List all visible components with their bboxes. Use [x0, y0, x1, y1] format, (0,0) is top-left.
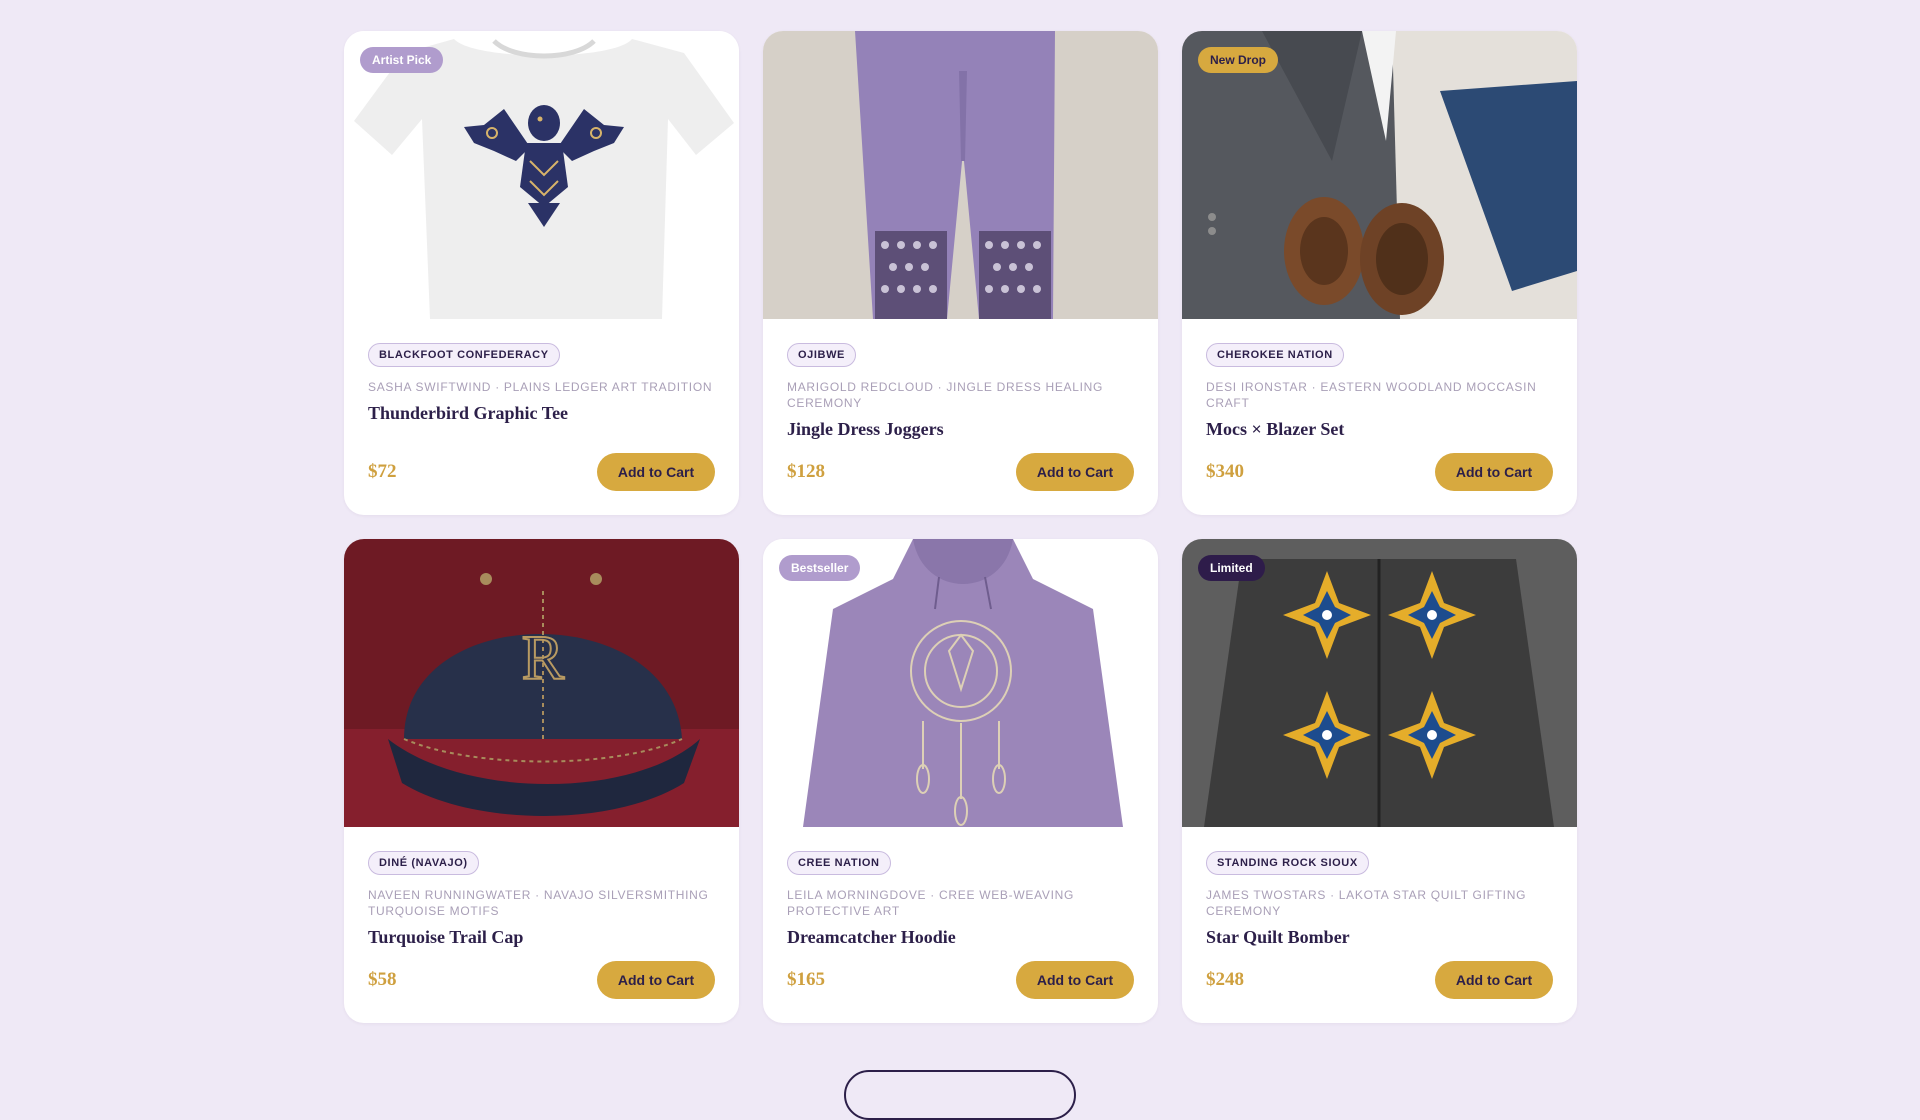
- product-name[interactable]: Star Quilt Bomber: [1206, 927, 1553, 948]
- product-card[interactable]: Artist Pick Blackfoot Confederacy Sasha …: [344, 31, 739, 515]
- product-name[interactable]: Mocs × Blazer Set: [1206, 419, 1553, 440]
- product-ribbon: Artist Pick: [360, 47, 444, 73]
- product-card[interactable]: R Diné (Navajo) Naveen Runningwater · Na…: [344, 539, 739, 1023]
- product-image-cap[interactable]: R: [344, 539, 739, 827]
- joggers-image: [763, 31, 1158, 319]
- product-ribbon: New Drop: [1198, 47, 1279, 73]
- product-card[interactable]: New Drop Cherokee Nation Desi Ironstar ·…: [1182, 31, 1577, 515]
- tshirt-image: [344, 31, 739, 319]
- product-name[interactable]: Turquoise Trail Cap: [368, 927, 715, 948]
- artist-meta: Naveen Runningwater · Navajo Silversmith…: [368, 888, 709, 918]
- product-card[interactable]: Limited Standing Rock Sioux James Twosta…: [1182, 539, 1577, 1023]
- cap-image: R: [344, 539, 739, 827]
- product-price: $340: [1206, 461, 1244, 482]
- nation-tag: Diné (Navajo): [368, 851, 479, 875]
- artist-meta: Sasha Swiftwind · Plains Ledger Art Trad…: [368, 380, 713, 394]
- product-name[interactable]: Jingle Dress Joggers: [787, 419, 1134, 440]
- add-to-cart-button[interactable]: Add to Cart: [1435, 453, 1553, 491]
- nation-tag: Cherokee Nation: [1206, 343, 1344, 367]
- product-image-tee[interactable]: Artist Pick: [344, 31, 739, 319]
- bomber-image: [1182, 539, 1577, 827]
- add-to-cart-button[interactable]: Add to Cart: [597, 961, 715, 999]
- artist-meta: James Twostars · Lakota Star Quilt Gifti…: [1206, 888, 1527, 918]
- product-ribbon: Bestseller: [779, 555, 861, 581]
- add-to-cart-button[interactable]: Add to Cart: [1435, 961, 1553, 999]
- load-more-button[interactable]: [844, 1070, 1076, 1120]
- add-to-cart-button[interactable]: Add to Cart: [1016, 453, 1134, 491]
- product-price: $72: [368, 461, 397, 482]
- artist-meta: Marigold Redcloud · Jingle Dress Healing…: [787, 380, 1104, 410]
- product-price: $128: [787, 461, 825, 482]
- blazer-set-image: [1182, 31, 1577, 319]
- product-image-joggers[interactable]: [763, 31, 1158, 319]
- nation-tag: Blackfoot Confederacy: [368, 343, 560, 367]
- nation-tag: Standing Rock Sioux: [1206, 851, 1369, 875]
- nation-tag: Cree Nation: [787, 851, 891, 875]
- product-card[interactable]: Ojibwe Marigold Redcloud · Jingle Dress …: [763, 31, 1158, 515]
- product-image-hoodie[interactable]: Bestseller: [763, 539, 1158, 827]
- product-image-bomber[interactable]: Limited: [1182, 539, 1577, 827]
- product-price: $248: [1206, 969, 1244, 990]
- nation-tag: Ojibwe: [787, 343, 856, 367]
- add-to-cart-button[interactable]: Add to Cart: [597, 453, 715, 491]
- add-to-cart-button[interactable]: Add to Cart: [1016, 961, 1134, 999]
- product-price: $58: [368, 969, 397, 990]
- product-price: $165: [787, 969, 825, 990]
- product-name[interactable]: Dreamcatcher Hoodie: [787, 927, 1134, 948]
- hoodie-image: [763, 539, 1158, 827]
- product-name[interactable]: Thunderbird Graphic Tee: [368, 403, 715, 424]
- product-ribbon: Limited: [1198, 555, 1265, 581]
- artist-meta: Desi Ironstar · Eastern Woodland Moccasi…: [1206, 380, 1537, 410]
- product-grid: Artist Pick Blackfoot Confederacy Sasha …: [344, 31, 1577, 1023]
- product-card[interactable]: Bestseller Cree Nation Leila Morningdove…: [763, 539, 1158, 1023]
- product-image-blazer-set[interactable]: New Drop: [1182, 31, 1577, 319]
- artist-meta: Leila Morningdove · Cree Web-Weaving Pro…: [787, 888, 1075, 918]
- svg-text:R: R: [522, 622, 565, 693]
